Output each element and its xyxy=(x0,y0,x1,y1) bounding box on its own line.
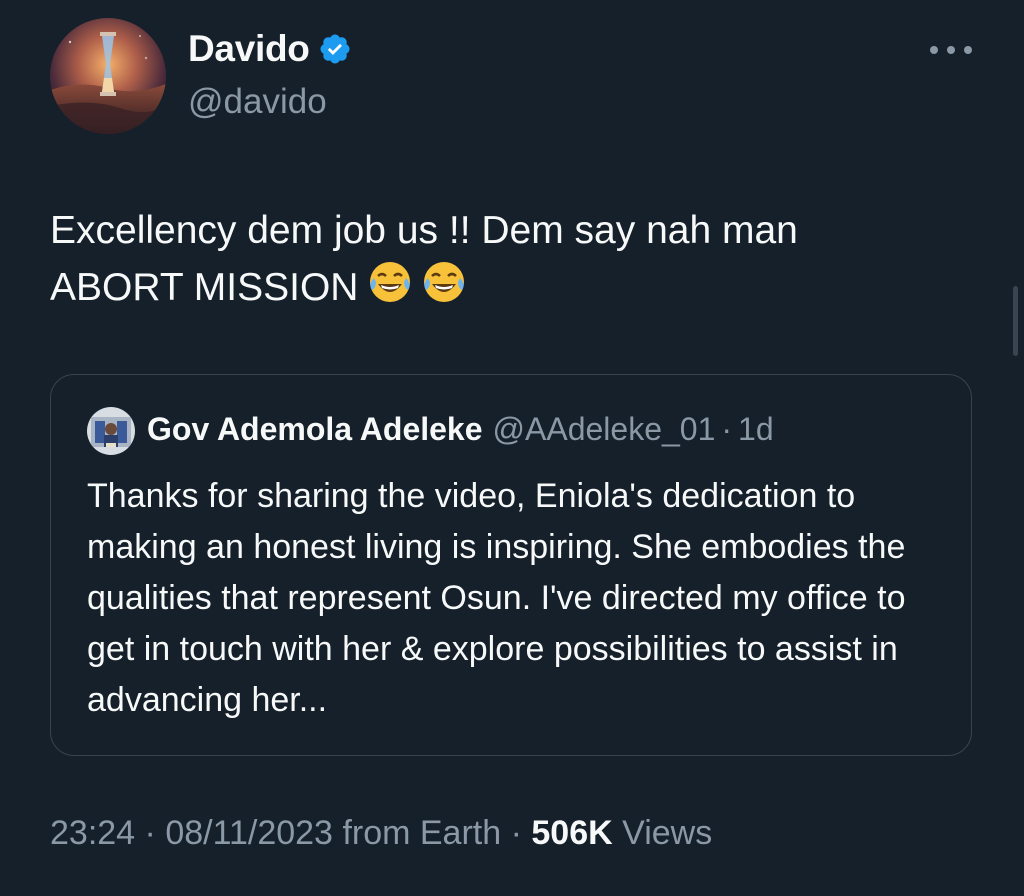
quoted-author-avatar[interactable] xyxy=(87,407,135,455)
quoted-timestamp[interactable]: 1d xyxy=(738,411,774,448)
quoted-header: Gov Ademola Adeleke @AAdeleke_01 · 1d xyxy=(147,411,774,448)
author-display-name[interactable]: Davido xyxy=(188,28,352,70)
meta-separator: · xyxy=(510,814,522,852)
tweet-text-line2: ABORT MISSION xyxy=(50,266,359,309)
dot xyxy=(964,46,972,54)
author-name-text[interactable]: Davido xyxy=(188,28,310,70)
quoted-tweet[interactable]: Gov Ademola Adeleke @AAdeleke_01 · 1d Th… xyxy=(50,374,972,756)
quoted-separator: · xyxy=(721,411,733,447)
meta-separator: · xyxy=(144,814,156,852)
tweet-source: from Earth xyxy=(342,814,502,852)
author-handle[interactable]: @davido xyxy=(188,82,327,122)
scrollbar[interactable] xyxy=(1013,286,1018,356)
face-with-tears-of-joy-icon xyxy=(366,258,414,306)
views-label: Views xyxy=(622,814,713,852)
dot xyxy=(947,46,955,54)
quoted-handle[interactable]: @AAdeleke_01 xyxy=(493,411,716,448)
tweet-text-line1: Excellency dem job us !! Dem say nah man xyxy=(50,209,798,252)
more-horizontal-icon[interactable] xyxy=(930,40,972,60)
tweet-date[interactable]: 08/11/2023 xyxy=(165,814,333,852)
dot xyxy=(930,46,938,54)
face-with-tears-of-joy-icon xyxy=(420,258,468,306)
quoted-tweet-text: Thanks for sharing the video, Eniola's d… xyxy=(87,477,906,719)
emoji-row xyxy=(366,258,468,306)
tweet-text: Excellency dem job us !! Dem say nah man… xyxy=(50,204,950,315)
tweet-meta: 23:24 · 08/11/2023 from Earth · 506K Vie… xyxy=(50,814,712,853)
author-avatar[interactable] xyxy=(50,18,166,134)
tweet-time[interactable]: 23:24 xyxy=(50,814,135,852)
quoted-display-name[interactable]: Gov Ademola Adeleke xyxy=(147,411,483,448)
verified-badge-icon[interactable] xyxy=(318,32,352,66)
views-count[interactable]: 506K xyxy=(531,814,612,852)
tweet: Davido @davido Excellency dem job us !! … xyxy=(0,0,1024,896)
